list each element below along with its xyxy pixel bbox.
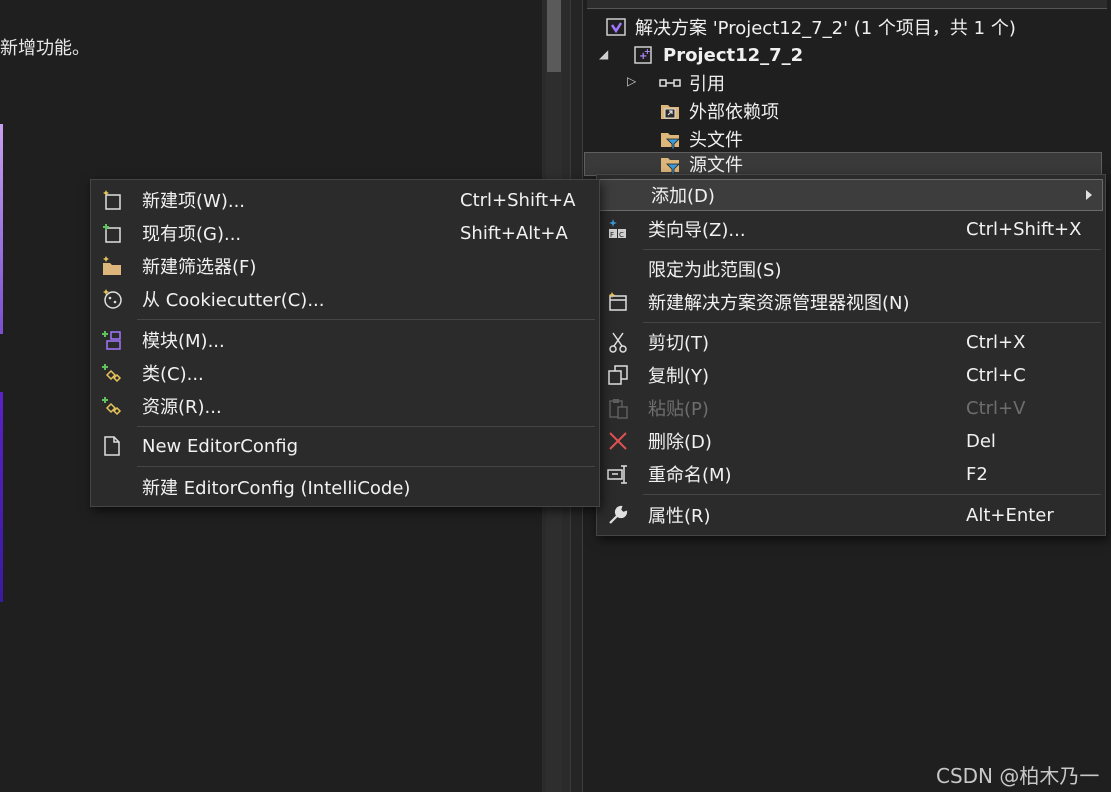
menu-item-scope-to-this[interactable]: 限定为此范围(S) xyxy=(597,253,1105,285)
submenu-item-new-filter[interactable]: 新建筛选器(F) xyxy=(91,250,599,282)
tree-item-label: 解决方案 'Project12_7_2' (1 个项目，共 1 个) xyxy=(635,18,1016,39)
paste-icon xyxy=(607,397,629,419)
menu-separator xyxy=(137,426,595,427)
external-deps-icon xyxy=(659,100,681,122)
tree-item-source-files[interactable]: 源文件 xyxy=(584,152,1102,176)
menu-item-delete[interactable]: 删除(D) Del xyxy=(597,425,1105,457)
menu-item-rename[interactable]: 重命名(M) F2 xyxy=(597,458,1105,490)
menu-item-add[interactable]: 添加(D) xyxy=(599,179,1103,211)
menu-item-cut[interactable]: 剪切(T) Ctrl+X xyxy=(597,326,1105,358)
menu-item-new-explorer-view[interactable]: 新建解决方案资源管理器视图(N) xyxy=(597,286,1105,318)
menu-separator xyxy=(137,466,595,467)
expand-references-icon[interactable]: ▷ xyxy=(627,74,636,88)
existing-item-icon xyxy=(101,222,123,244)
references-icon xyxy=(659,72,681,94)
new-view-icon xyxy=(607,291,629,313)
tree-item-project[interactable]: + + Project12_7_2 xyxy=(633,41,803,69)
copy-icon xyxy=(607,364,629,386)
class-wizard-icon: FC xyxy=(607,218,629,240)
solution-explorer-toolbar xyxy=(587,0,1107,9)
tree-item-label: 引用 xyxy=(689,74,725,95)
rename-icon xyxy=(607,463,629,485)
tree-item-label: 外部依赖项 xyxy=(689,102,779,123)
resource-icon xyxy=(101,395,123,417)
tree-item-header-files[interactable]: 头文件 xyxy=(659,125,743,153)
solution-icon xyxy=(605,16,627,38)
menu-separator xyxy=(643,494,1101,495)
submenu-item-resource[interactable]: 资源(R)... xyxy=(91,390,599,422)
add-submenu: 新建项(W)... Ctrl+Shift+A 现有项(G)... Shift+A… xyxy=(90,179,600,507)
new-item-icon xyxy=(101,189,123,211)
submenu-arrow-icon xyxy=(1086,190,1092,200)
cut-icon xyxy=(607,331,629,353)
submenu-item-class[interactable]: 类(C)... xyxy=(91,357,599,389)
file-icon xyxy=(101,435,123,457)
submenu-item-new-editorconfig[interactable]: New EditorConfig xyxy=(91,430,599,462)
submenu-item-cookiecutter[interactable]: 从 Cookiecutter(C)... xyxy=(91,283,599,315)
wrench-icon xyxy=(607,504,629,526)
cpp-project-icon: + + xyxy=(633,44,655,66)
submenu-item-existing-item[interactable]: 现有项(G)... Shift+Alt+A xyxy=(91,217,599,249)
tree-item-label: Project12_7_2 xyxy=(663,44,804,66)
context-menu: 添加(D) FC 类向导(Z)... Ctrl+Shift+X 限定为此范围(S… xyxy=(596,174,1106,536)
expand-project-icon[interactable]: ◢ xyxy=(599,47,608,61)
submenu-item-module[interactable]: 模块(M)... xyxy=(91,324,599,356)
new-filter-icon xyxy=(101,255,123,277)
filter-folder-icon xyxy=(659,128,681,150)
tree-item-external-deps[interactable]: 外部依赖项 xyxy=(659,97,779,125)
menu-item-copy[interactable]: 复制(Y) Ctrl+C xyxy=(597,359,1105,391)
submenu-item-new-item[interactable]: 新建项(W)... Ctrl+Shift+A xyxy=(91,184,599,216)
tree-item-label: 头文件 xyxy=(689,130,743,151)
editor-text-fragment: 新增功能。 xyxy=(0,38,90,59)
tree-item-references[interactable]: 引用 xyxy=(659,69,725,97)
class-icon xyxy=(101,362,123,384)
filter-folder-icon xyxy=(659,153,681,175)
menu-separator xyxy=(137,319,595,320)
accent-strip-top xyxy=(0,124,3,334)
cookiecutter-icon xyxy=(101,288,123,310)
menu-item-paste[interactable]: 粘贴(P) Ctrl+V xyxy=(597,392,1105,424)
watermark: CSDN @柏木乃一 xyxy=(936,764,1100,788)
menu-separator xyxy=(643,249,1101,250)
svg-text:C: C xyxy=(619,231,624,239)
submenu-item-new-editorconfig-intellicode[interactable]: 新建 EditorConfig (IntelliCode) xyxy=(91,471,599,503)
tree-item-solution[interactable]: 解决方案 'Project12_7_2' (1 个项目，共 1 个) xyxy=(605,13,1016,41)
menu-item-class-wizard[interactable]: FC 类向导(Z)... Ctrl+Shift+X xyxy=(597,213,1105,245)
menu-item-properties[interactable]: 属性(R) Alt+Enter xyxy=(597,499,1105,531)
module-icon xyxy=(101,329,123,351)
accent-strip-bottom xyxy=(0,392,3,602)
svg-text:F: F xyxy=(610,231,614,239)
scrollbar-thumb[interactable] xyxy=(547,0,561,72)
svg-text:+: + xyxy=(644,47,651,56)
tree-item-label: 源文件 xyxy=(689,155,743,175)
menu-separator xyxy=(643,322,1101,323)
delete-icon xyxy=(607,430,629,452)
